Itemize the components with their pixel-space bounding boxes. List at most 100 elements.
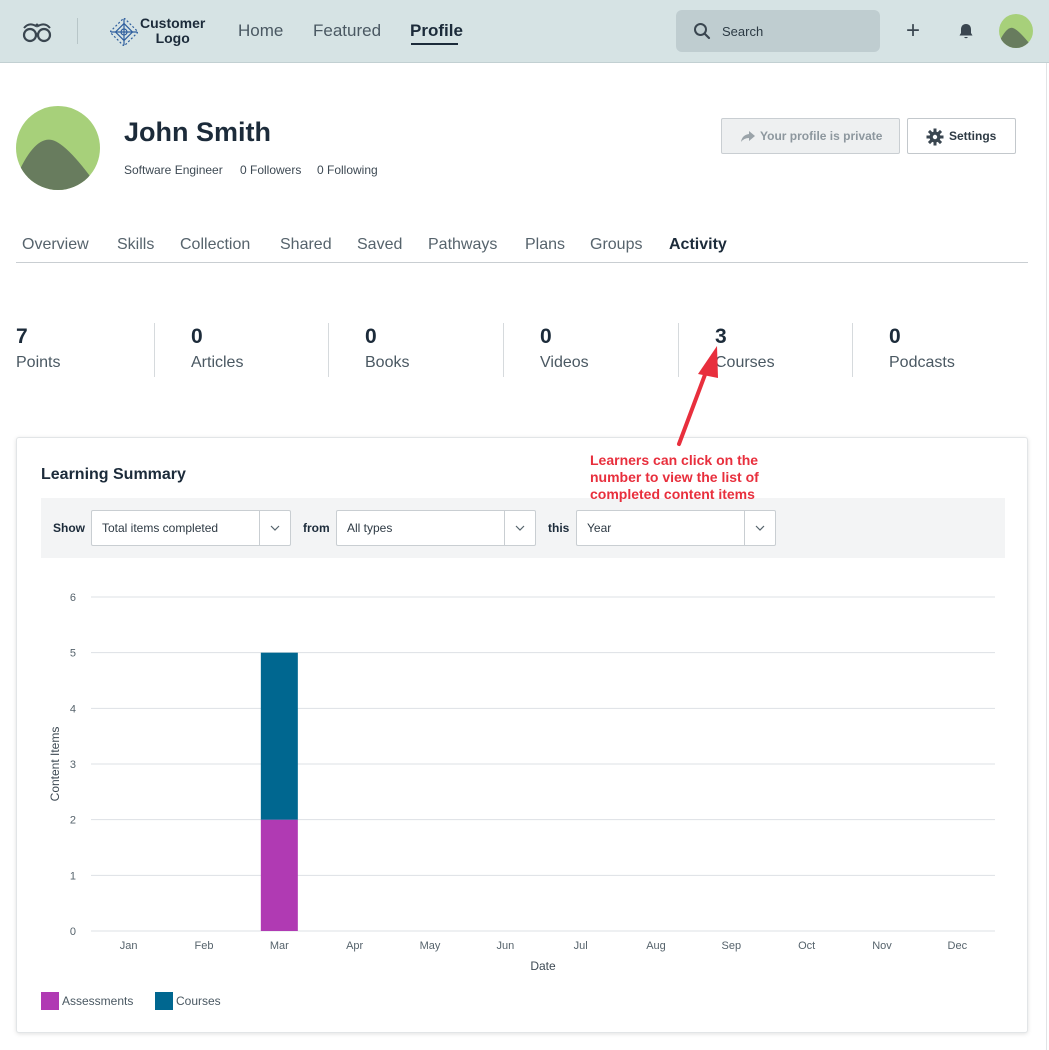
from-label: from [303, 521, 330, 535]
nav-divider [77, 18, 78, 44]
x-tick-label: Oct [798, 940, 815, 952]
annotation-line: completed content items [590, 486, 755, 502]
y-tick-label: 3 [70, 759, 76, 771]
logo-text-line1: Customer [140, 15, 206, 31]
annotation-line: Learners can click on the [590, 452, 759, 468]
learning-chart: 0 1 2 3 4 5 6 Jan Feb Mar Apr May Jun Jul Aug Sep Oct Nov… [41, 578, 1005, 973]
stat-value[interactable]: 0 [365, 324, 409, 350]
x-tick-label: Jul [574, 940, 588, 952]
x-tick-label: Jun [496, 940, 514, 952]
chevron-down-icon [515, 525, 525, 531]
legend-label: Courses [176, 994, 221, 1008]
glasses-icon[interactable] [20, 20, 54, 44]
top-navigation-bar: Customer Logo Home Featured Profile Sear… [0, 0, 1049, 63]
card-title: Learning Summary [41, 466, 186, 483]
followers-link[interactable]: 0 Followers [240, 163, 301, 177]
settings-button[interactable]: Settings [907, 118, 1016, 154]
tab-skills[interactable]: Skills [117, 236, 154, 254]
x-tick-label: Mar [270, 940, 289, 952]
tab-overview[interactable]: Overview [22, 236, 89, 254]
nav-active-indicator [411, 43, 458, 45]
learning-summary-card: Learning Summary Show Total items comple… [16, 437, 1028, 1033]
search-placeholder: Search [722, 24, 764, 39]
stat-divider [154, 323, 155, 377]
stat-divider [503, 323, 504, 377]
x-tick-label: May [420, 940, 441, 952]
page-right-border [1046, 63, 1047, 1050]
y-tick-label: 5 [70, 648, 76, 660]
chart-canvas: 0 1 2 3 4 5 6 Jan Feb Mar Apr May Jun Jul Aug Sep Oct Nov… [48, 592, 995, 973]
profile-job-title: Software Engineer [124, 163, 223, 177]
stat-label: Videos [540, 354, 589, 371]
bar-assessments-mar [260, 819, 298, 931]
tab-shared[interactable]: Shared [280, 236, 332, 254]
x-tick-label: Aug [646, 940, 666, 952]
from-select[interactable]: All types [336, 510, 536, 546]
tab-collection[interactable]: Collection [180, 236, 250, 254]
legend-label: Assessments [62, 994, 134, 1008]
legend-swatch-courses [155, 992, 173, 1010]
tab-pathways[interactable]: Pathways [428, 236, 497, 254]
chevron-down-icon [270, 525, 280, 531]
add-icon[interactable]: + [902, 19, 924, 43]
x-tick-label: Sep [722, 940, 742, 952]
stat-value[interactable]: 0 [540, 324, 589, 350]
annotation-callout: Learners can click on the number to view… [590, 452, 810, 503]
legend-swatch-assessments [41, 992, 59, 1010]
privacy-label: Your profile is private [760, 129, 883, 143]
this-label: this [548, 521, 570, 535]
profile-avatar [16, 106, 100, 190]
show-select-value: Total items completed [102, 521, 219, 535]
stat-label: Articles [191, 354, 244, 371]
x-tick-label: Jan [120, 940, 138, 952]
search-input[interactable]: Search [676, 10, 880, 52]
tab-groups[interactable]: Groups [590, 236, 642, 254]
profile-name: John Smith [124, 117, 271, 147]
y-tick-label: 0 [70, 926, 76, 938]
annotation-line: number to view the list of [590, 469, 759, 485]
y-axis-label: Content Items [48, 727, 62, 802]
show-select[interactable]: Total items completed [91, 510, 291, 546]
x-tick-label: Nov [872, 940, 892, 952]
filter-bar: Show Total items completed from All type… [41, 498, 1005, 558]
stat-podcasts[interactable]: 0 Podcasts [889, 324, 955, 378]
settings-label: Settings [949, 129, 997, 143]
bell-icon[interactable] [957, 22, 975, 45]
tab-saved[interactable]: Saved [357, 236, 402, 254]
x-axis-label: Date [530, 959, 556, 973]
stat-articles[interactable]: 0 Articles [191, 324, 243, 378]
following-link[interactable]: 0 Following [317, 163, 378, 177]
stat-label: Books [365, 354, 410, 371]
nav-featured[interactable]: Featured [313, 21, 381, 41]
user-avatar-menu[interactable] [999, 14, 1033, 48]
period-select[interactable]: Year [576, 510, 776, 546]
search-icon [694, 23, 711, 40]
stat-value[interactable]: 0 [889, 324, 955, 350]
nav-home[interactable]: Home [238, 21, 283, 41]
x-tick-label: Feb [195, 940, 214, 952]
share-arrow-icon [741, 131, 755, 142]
stat-books[interactable]: 0 Books [365, 324, 409, 378]
stat-label: Points [16, 354, 61, 371]
avatar-image [999, 14, 1033, 48]
stat-value[interactable]: 0 [191, 324, 243, 350]
show-label: Show [53, 521, 85, 535]
nav-profile[interactable]: Profile [410, 21, 463, 41]
stat-value[interactable]: 7 [16, 324, 60, 350]
chevron-down-icon [755, 525, 765, 531]
stat-divider [328, 323, 329, 377]
tabs-divider [16, 262, 1028, 263]
tab-plans[interactable]: Plans [525, 236, 565, 254]
profile-privacy-button[interactable]: Your profile is private [721, 118, 900, 154]
stat-videos[interactable]: 0 Videos [540, 324, 589, 378]
customer-logo[interactable]: Customer Logo [110, 16, 220, 48]
gear-icon [926, 128, 944, 146]
tab-activity[interactable]: Activity [669, 236, 727, 254]
stat-label: Podcasts [889, 354, 955, 371]
stat-points[interactable]: 7 Points [16, 324, 60, 378]
x-tick-label: Apr [346, 940, 363, 952]
from-select-value: All types [347, 521, 393, 535]
y-tick-label: 4 [70, 703, 76, 715]
y-tick-label: 2 [70, 815, 76, 827]
customer-logo-icon [110, 18, 138, 46]
